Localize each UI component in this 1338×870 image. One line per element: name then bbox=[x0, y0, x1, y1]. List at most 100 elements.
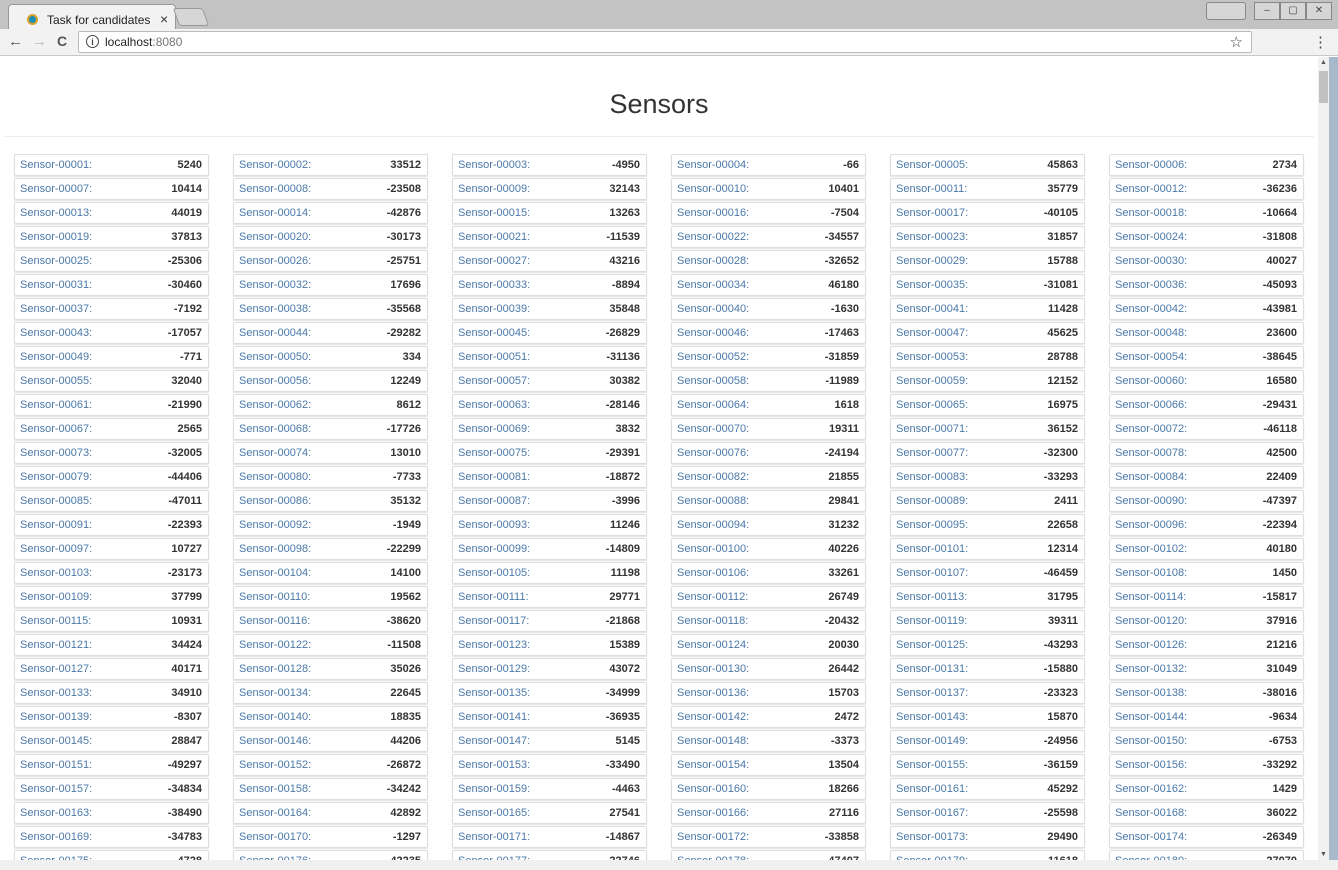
sensor-card[interactable]: Sensor-00080: -7733 bbox=[233, 466, 428, 488]
sensor-card[interactable]: Sensor-00019: 37813 bbox=[14, 226, 209, 248]
sensor-card[interactable]: Sensor-00024: -31808 bbox=[1109, 226, 1304, 248]
sensor-card[interactable]: Sensor-00027: 43216 bbox=[452, 250, 647, 272]
sensor-card[interactable]: Sensor-00061: -21990 bbox=[14, 394, 209, 416]
sensor-card[interactable]: Sensor-00161: 45292 bbox=[890, 778, 1085, 800]
sensor-card[interactable]: Sensor-00067: 2565 bbox=[14, 418, 209, 440]
profile-button[interactable] bbox=[1206, 2, 1246, 20]
sensor-card[interactable]: Sensor-00081: -18872 bbox=[452, 466, 647, 488]
sensor-card[interactable]: Sensor-00180:27070 bbox=[1109, 850, 1304, 860]
sensor-card[interactable]: Sensor-00178:47407 bbox=[671, 850, 866, 860]
sensor-card[interactable]: Sensor-00052: -31859 bbox=[671, 346, 866, 368]
sensor-card[interactable]: Sensor-00149: -24956 bbox=[890, 730, 1085, 752]
sensor-card[interactable]: Sensor-00070: 19311 bbox=[671, 418, 866, 440]
sensor-card[interactable]: Sensor-00022: -34557 bbox=[671, 226, 866, 248]
sensor-card[interactable]: Sensor-00036: -45093 bbox=[1109, 274, 1304, 296]
sensor-card[interactable]: Sensor-00096: -22394 bbox=[1109, 514, 1304, 536]
sensor-card[interactable]: Sensor-00077: -32300 bbox=[890, 442, 1085, 464]
sensor-card[interactable]: Sensor-00073: -32005 bbox=[14, 442, 209, 464]
sensor-card[interactable]: Sensor-00083: -33293 bbox=[890, 466, 1085, 488]
sensor-card[interactable]: Sensor-00111: 29771 bbox=[452, 586, 647, 608]
sensor-card[interactable]: Sensor-00179:11618 bbox=[890, 850, 1085, 860]
minimize-button[interactable]: – bbox=[1254, 2, 1280, 20]
url-text[interactable]: localhost:8080 bbox=[105, 35, 182, 49]
sensor-card[interactable]: Sensor-00002: 33512 bbox=[233, 154, 428, 176]
sensor-card[interactable]: Sensor-00116: -38620 bbox=[233, 610, 428, 632]
sensor-card[interactable]: Sensor-00005: 45863 bbox=[890, 154, 1085, 176]
sensor-card[interactable]: Sensor-00053: 28788 bbox=[890, 346, 1085, 368]
sensor-card[interactable]: Sensor-00170: -1297 bbox=[233, 826, 428, 848]
browser-tab[interactable]: Task for candidates × bbox=[8, 4, 176, 29]
sensor-card[interactable]: Sensor-00125: -43293 bbox=[890, 634, 1085, 656]
sensor-card[interactable]: Sensor-00015: 13263 bbox=[452, 202, 647, 224]
sensor-card[interactable]: Sensor-00132: 31049 bbox=[1109, 658, 1304, 680]
sensor-card[interactable]: Sensor-00152: -26872 bbox=[233, 754, 428, 776]
sensor-card[interactable]: Sensor-00120: 37916 bbox=[1109, 610, 1304, 632]
sensor-card[interactable]: Sensor-00134: 22645 bbox=[233, 682, 428, 704]
sensor-card[interactable]: Sensor-00118: -20432 bbox=[671, 610, 866, 632]
sensor-card[interactable]: Sensor-00032: 17696 bbox=[233, 274, 428, 296]
info-icon[interactable]: i bbox=[86, 35, 99, 48]
sensor-card[interactable]: Sensor-00044: -29282 bbox=[233, 322, 428, 344]
sensor-card[interactable]: Sensor-00106: 33261 bbox=[671, 562, 866, 584]
sensor-card[interactable]: Sensor-00018: -10664 bbox=[1109, 202, 1304, 224]
sensor-card[interactable]: Sensor-00138: -38016 bbox=[1109, 682, 1304, 704]
sensor-card[interactable]: Sensor-00172: -33858 bbox=[671, 826, 866, 848]
sensor-card[interactable]: Sensor-00122: -11508 bbox=[233, 634, 428, 656]
sensor-card[interactable]: Sensor-00085: -47011 bbox=[14, 490, 209, 512]
sensor-card[interactable]: Sensor-00029: 15788 bbox=[890, 250, 1085, 272]
sensor-card[interactable]: Sensor-00004: -66 bbox=[671, 154, 866, 176]
sensor-card[interactable]: Sensor-00093: 11246 bbox=[452, 514, 647, 536]
sensor-card[interactable]: Sensor-00063: -28146 bbox=[452, 394, 647, 416]
bookmark-star-icon[interactable]: ☆ bbox=[1230, 33, 1243, 51]
sensor-card[interactable]: Sensor-00105: 11198 bbox=[452, 562, 647, 584]
sensor-card[interactable]: Sensor-00166: 27116 bbox=[671, 802, 866, 824]
sensor-card[interactable]: Sensor-00147: 5145 bbox=[452, 730, 647, 752]
sensor-card[interactable]: Sensor-00094: 31232 bbox=[671, 514, 866, 536]
sensor-card[interactable]: Sensor-00012: -36236 bbox=[1109, 178, 1304, 200]
sensor-card[interactable]: Sensor-00068: -17726 bbox=[233, 418, 428, 440]
sensor-card[interactable]: Sensor-00056: 12249 bbox=[233, 370, 428, 392]
sensor-card[interactable]: Sensor-00058: -11989 bbox=[671, 370, 866, 392]
sensor-card[interactable]: Sensor-00046: -17463 bbox=[671, 322, 866, 344]
sensor-card[interactable]: Sensor-00042: -43981 bbox=[1109, 298, 1304, 320]
address-bar[interactable]: i localhost:8080 ☆ bbox=[78, 31, 1252, 53]
sensor-card[interactable]: Sensor-00057: 30382 bbox=[452, 370, 647, 392]
sensor-card[interactable]: Sensor-00133: 34910 bbox=[14, 682, 209, 704]
sensor-card[interactable]: Sensor-00139: -8307 bbox=[14, 706, 209, 728]
sensor-card[interactable]: Sensor-00089: 2411 bbox=[890, 490, 1085, 512]
sensor-card[interactable]: Sensor-00045: -26829 bbox=[452, 322, 647, 344]
sensor-card[interactable]: Sensor-00007: 10414 bbox=[14, 178, 209, 200]
sensor-card[interactable]: Sensor-00037: -7192 bbox=[14, 298, 209, 320]
sensor-card[interactable]: Sensor-00173: 29490 bbox=[890, 826, 1085, 848]
sensor-card[interactable]: Sensor-00177:22746 bbox=[452, 850, 647, 860]
sensor-card[interactable]: Sensor-00099: -14809 bbox=[452, 538, 647, 560]
sensor-card[interactable]: Sensor-00064: 1618 bbox=[671, 394, 866, 416]
sensor-card[interactable]: Sensor-00031: -30460 bbox=[14, 274, 209, 296]
sensor-card[interactable]: Sensor-00008: -23508 bbox=[233, 178, 428, 200]
sensor-card[interactable]: Sensor-00124: 20030 bbox=[671, 634, 866, 656]
sensor-card[interactable]: Sensor-00176:42235 bbox=[233, 850, 428, 860]
sensor-card[interactable]: Sensor-00017: -40105 bbox=[890, 202, 1085, 224]
sensor-card[interactable]: Sensor-00142: 2472 bbox=[671, 706, 866, 728]
sensor-card[interactable]: Sensor-00051: -31136 bbox=[452, 346, 647, 368]
sensor-card[interactable]: Sensor-00175:-4728 bbox=[14, 850, 209, 860]
sensor-card[interactable]: Sensor-00014: -42876 bbox=[233, 202, 428, 224]
sensor-card[interactable]: Sensor-00039: 35848 bbox=[452, 298, 647, 320]
sensor-card[interactable]: Sensor-00107: -46459 bbox=[890, 562, 1085, 584]
sensor-card[interactable]: Sensor-00115: 10931 bbox=[14, 610, 209, 632]
sensor-card[interactable]: Sensor-00109: 37799 bbox=[14, 586, 209, 608]
tab-close-icon[interactable]: × bbox=[160, 11, 168, 27]
sensor-card[interactable]: Sensor-00146: 44206 bbox=[233, 730, 428, 752]
sensor-card[interactable]: Sensor-00159: -4463 bbox=[452, 778, 647, 800]
sensor-card[interactable]: Sensor-00049: -771 bbox=[14, 346, 209, 368]
sensor-card[interactable]: Sensor-00062: 8612 bbox=[233, 394, 428, 416]
sensor-card[interactable]: Sensor-00026: -25751 bbox=[233, 250, 428, 272]
sensor-card[interactable]: Sensor-00006: 2734 bbox=[1109, 154, 1304, 176]
sensor-card[interactable]: Sensor-00095: 22658 bbox=[890, 514, 1085, 536]
sensor-card[interactable]: Sensor-00090: -47397 bbox=[1109, 490, 1304, 512]
sensor-card[interactable]: Sensor-00164: 42892 bbox=[233, 802, 428, 824]
sensor-card[interactable]: Sensor-00097: 10727 bbox=[14, 538, 209, 560]
sensor-card[interactable]: Sensor-00174: -26349 bbox=[1109, 826, 1304, 848]
sensor-card[interactable]: Sensor-00047: 45625 bbox=[890, 322, 1085, 344]
sensor-card[interactable]: Sensor-00086: 35132 bbox=[233, 490, 428, 512]
